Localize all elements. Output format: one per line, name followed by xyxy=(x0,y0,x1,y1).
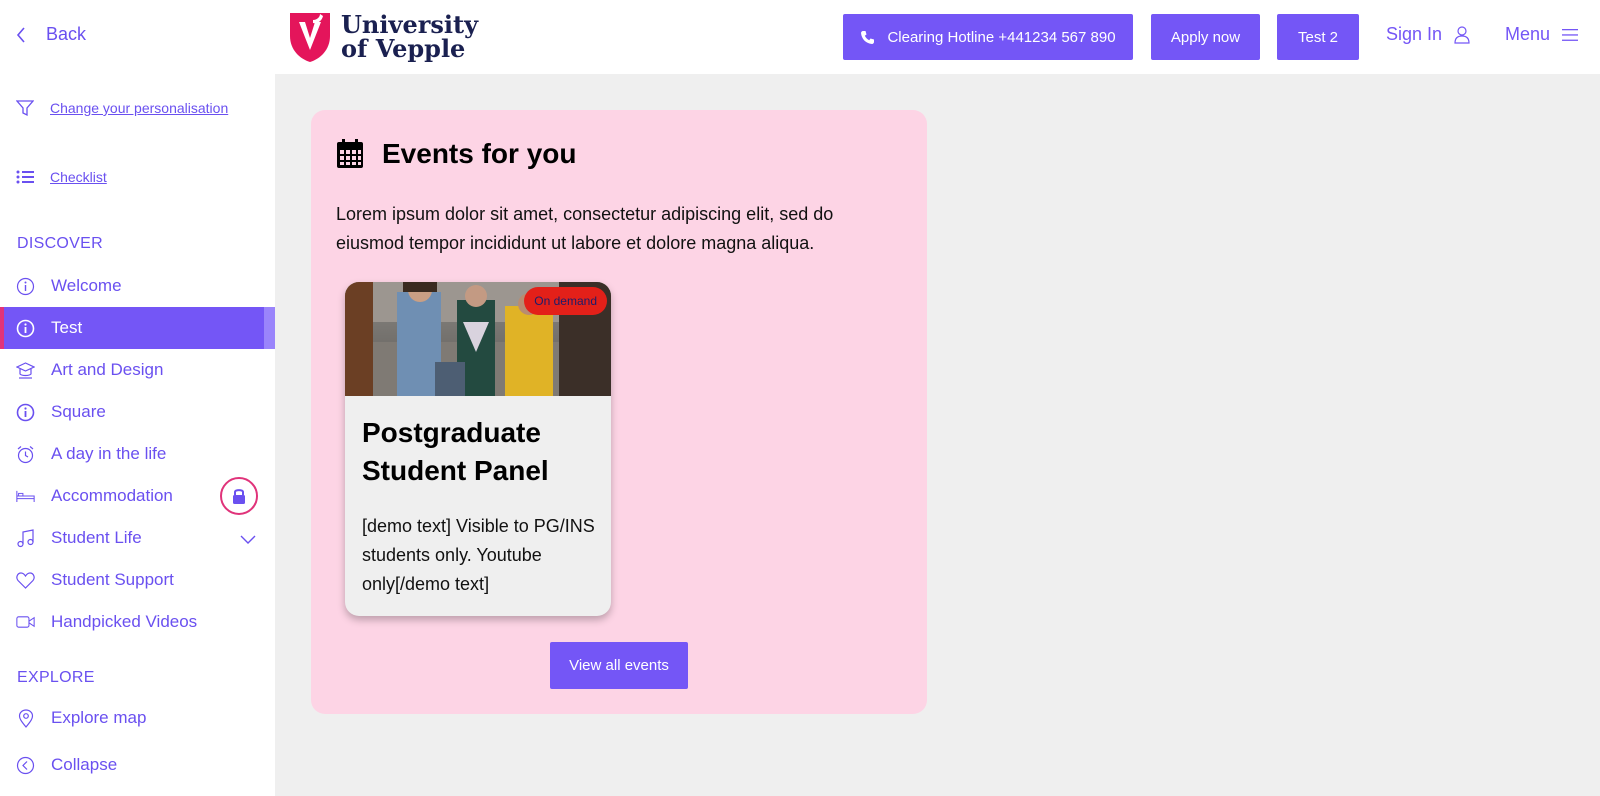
graduation-icon xyxy=(16,361,35,380)
panel-title: Events for you xyxy=(382,138,577,169)
sidebar-item-handpicked-videos[interactable]: Handpicked Videos xyxy=(0,601,275,643)
sidebar-item-label: Accommodation xyxy=(51,486,173,505)
phone-icon xyxy=(861,30,875,44)
sidebar-item-welcome[interactable]: Welcome xyxy=(0,265,275,307)
events-panel: Events for you Lorem ipsum dolor sit ame… xyxy=(311,110,927,714)
sidebar-item-label: A day in the life xyxy=(51,444,167,463)
menu-label: Menu xyxy=(1505,24,1551,44)
sidebar-item-square[interactable]: Square xyxy=(0,391,275,433)
view-all-events-button[interactable]: View all events xyxy=(550,642,688,689)
on-demand-badge: On demand xyxy=(524,287,607,315)
events-heading: Events for you xyxy=(336,138,576,170)
sidebar: Back Change your personalisation Checkli… xyxy=(0,0,275,796)
hotline-label: Clearing Hotline +441234 567 890 xyxy=(887,28,1116,46)
sign-in-link[interactable]: Sign In xyxy=(1386,24,1470,45)
event-card-text: [demo text] Visible to PG/INS students o… xyxy=(362,516,595,594)
sidebar-item-label: Square xyxy=(51,402,106,421)
sidebar-item-test[interactable]: Test xyxy=(0,307,275,349)
menu-button[interactable]: Menu xyxy=(1505,24,1579,45)
lock-icon xyxy=(233,489,245,504)
locked-badge xyxy=(220,477,258,515)
logo-wordmark: University of Vepple xyxy=(341,13,478,61)
chevron-left-icon xyxy=(16,26,25,43)
collapse-button[interactable]: Collapse xyxy=(0,744,275,786)
event-card-image: On demand xyxy=(345,282,611,396)
sidebar-item-label: Explore map xyxy=(51,708,147,727)
info-circle-icon xyxy=(16,403,35,422)
event-card-title: Postgraduate Student Panel xyxy=(362,417,549,486)
sidebar-item-label: Test xyxy=(51,318,83,337)
chevron-left-circle-icon xyxy=(16,756,35,775)
calendar-icon xyxy=(337,139,363,168)
hamburger-icon xyxy=(1562,28,1579,41)
panel-description: Lorem ipsum dolor sit amet, consectetur … xyxy=(336,204,834,253)
info-circle-icon xyxy=(16,277,35,296)
collapse-label: Collapse xyxy=(51,755,118,774)
sidebar-item-label: Student Life xyxy=(51,528,142,547)
change-personalisation-label: Change your personalisation xyxy=(50,100,229,116)
back-label: Back xyxy=(46,24,87,44)
test-2-button[interactable]: Test 2 xyxy=(1277,14,1359,60)
explore-heading: EXPLORE xyxy=(17,669,95,686)
alarm-clock-icon xyxy=(16,445,35,464)
map-pin-icon xyxy=(16,708,35,728)
sidebar-item-label: Student Support xyxy=(51,570,174,589)
sidebar-item-label: Art and Design xyxy=(51,360,164,379)
back-button[interactable]: Back xyxy=(16,24,86,45)
shield-logo-icon xyxy=(290,13,330,62)
sidebar-item-student-life[interactable]: Student Life xyxy=(0,517,275,559)
sidebar-item-explore-map[interactable]: Explore map xyxy=(0,697,275,739)
video-camera-icon xyxy=(16,613,35,632)
filter-icon xyxy=(16,100,34,117)
discover-heading: DISCOVER xyxy=(17,235,103,252)
sidebar-item-label: Welcome xyxy=(51,276,122,295)
logo-line-2: of Vepple xyxy=(341,34,466,63)
chevron-down-icon[interactable] xyxy=(240,535,256,545)
list-icon xyxy=(16,170,34,184)
change-personalisation-link[interactable]: Change your personalisation xyxy=(16,99,228,117)
bed-icon xyxy=(16,487,35,506)
sidebar-item-student-support[interactable]: Student Support xyxy=(0,559,275,601)
music-note-icon xyxy=(16,528,35,548)
event-card[interactable]: On demand Postgraduate Student Panel [de… xyxy=(345,282,611,616)
user-icon xyxy=(1454,25,1470,44)
heart-icon xyxy=(16,571,35,590)
sidebar-item-a-day-in-the-life[interactable]: A day in the life xyxy=(0,433,275,475)
apply-now-button[interactable]: Apply now xyxy=(1151,14,1260,60)
info-circle-icon xyxy=(16,319,35,338)
sidebar-item-label: Handpicked Videos xyxy=(51,612,198,631)
checklist-link[interactable]: Checklist xyxy=(16,169,107,185)
sign-in-label: Sign In xyxy=(1386,24,1443,44)
checklist-label: Checklist xyxy=(50,169,107,185)
university-logo[interactable]: University of Vepple xyxy=(287,10,478,64)
sidebar-item-art-and-design[interactable]: Art and Design xyxy=(0,349,275,391)
top-header: University of Vepple Clearing Hotline +4… xyxy=(275,0,1600,74)
clearing-hotline-button[interactable]: Clearing Hotline +441234 567 890 xyxy=(843,14,1133,60)
